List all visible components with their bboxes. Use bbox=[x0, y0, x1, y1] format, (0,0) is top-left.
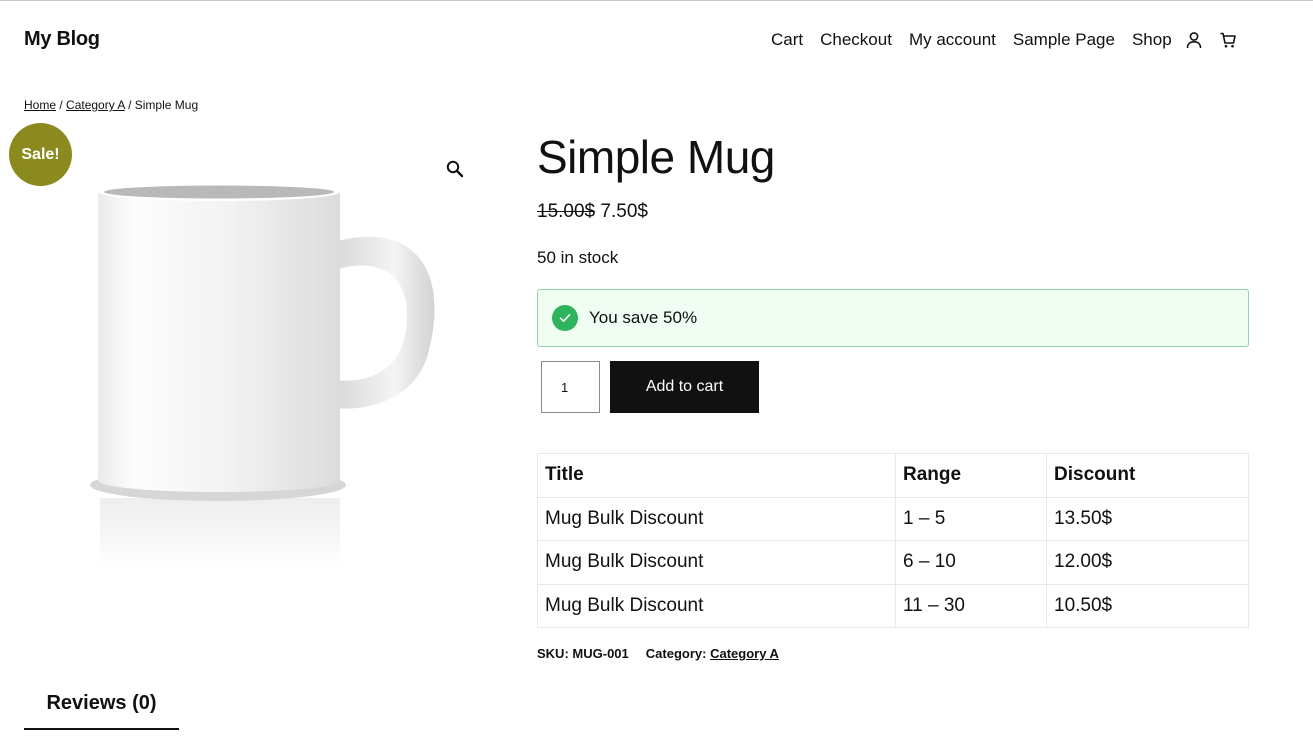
product-meta: SKU: MUG-001 Category: Category A bbox=[537, 646, 779, 661]
savings-notice: You save 50% bbox=[537, 289, 1249, 347]
top-border bbox=[0, 0, 1313, 1]
breadcrumb: Home / Category A / Simple Mug bbox=[24, 98, 198, 112]
category: Category: Category A bbox=[646, 646, 779, 661]
old-price: 15.00$ bbox=[537, 201, 596, 222]
column-header: Range bbox=[895, 453, 1047, 498]
sku: SKU: MUG-001 bbox=[537, 646, 629, 661]
user-icon[interactable] bbox=[1184, 30, 1204, 50]
savings-text: You save 50% bbox=[589, 308, 698, 327]
column-header: Discount bbox=[1046, 453, 1249, 498]
magnifier-icon[interactable] bbox=[444, 158, 466, 180]
breadcrumb-separator: / bbox=[124, 98, 135, 112]
sku-value: MUG-001 bbox=[572, 646, 629, 661]
table-cell: 1 – 5 bbox=[895, 496, 1047, 541]
table-row: Mug Bulk Discount 1 – 5 13.50$ bbox=[537, 496, 1249, 541]
table-header-row: Title Range Discount bbox=[537, 453, 1249, 498]
site-title[interactable]: My Blog bbox=[24, 28, 100, 51]
nav-shop[interactable]: Shop bbox=[1132, 30, 1172, 50]
table-cell: Mug Bulk Discount bbox=[537, 583, 896, 628]
price: 15.00$ 7.50$ bbox=[537, 201, 648, 223]
breadcrumb-current: Simple Mug bbox=[134, 98, 199, 112]
category-label: Category: bbox=[645, 646, 707, 661]
add-to-cart-button[interactable]: Add to cart bbox=[610, 361, 759, 413]
breadcrumb-category[interactable]: Category A bbox=[66, 98, 125, 112]
product-title: Simple Mug bbox=[537, 131, 775, 183]
nav-checkout[interactable]: Checkout bbox=[820, 30, 892, 50]
table-row: Mug Bulk Discount 11 – 30 10.50$ bbox=[537, 583, 1249, 628]
category-link[interactable]: Category A bbox=[710, 646, 779, 661]
quantity-input[interactable] bbox=[541, 361, 600, 413]
table-cell: 10.50$ bbox=[1046, 583, 1249, 628]
nav-my-account[interactable]: My account bbox=[909, 30, 996, 50]
sale-price: 7.50$ bbox=[600, 201, 648, 222]
table-cell: Mug Bulk Discount bbox=[537, 540, 896, 585]
column-header: Title bbox=[537, 453, 896, 498]
nav-sample-page[interactable]: Sample Page bbox=[1013, 30, 1115, 50]
table-row: Mug Bulk Discount 6 – 10 12.00$ bbox=[537, 540, 1249, 585]
nav-cart[interactable]: Cart bbox=[771, 30, 803, 50]
table-cell: 12.00$ bbox=[1046, 540, 1249, 585]
table-cell: Mug Bulk Discount bbox=[537, 496, 896, 541]
bulk-discount-table: Title Range Discount Mug Bulk Discount 1… bbox=[537, 453, 1249, 628]
table-cell: 11 – 30 bbox=[895, 583, 1047, 628]
product-image[interactable] bbox=[84, 180, 444, 575]
sale-badge: Sale! bbox=[9, 123, 72, 186]
tab-reviews[interactable]: Reviews (0) bbox=[24, 692, 179, 730]
table-cell: 13.50$ bbox=[1046, 496, 1249, 541]
sku-label: SKU: bbox=[537, 646, 569, 661]
breadcrumb-home[interactable]: Home bbox=[24, 98, 56, 112]
table-cell: 6 – 10 bbox=[895, 540, 1047, 585]
stock-status: 50 in stock bbox=[537, 248, 619, 267]
check-icon bbox=[552, 305, 578, 331]
cart-icon[interactable] bbox=[1218, 30, 1238, 50]
breadcrumb-separator: / bbox=[56, 98, 67, 112]
main-nav: Cart Checkout My account Sample Page Sho… bbox=[771, 30, 1252, 50]
